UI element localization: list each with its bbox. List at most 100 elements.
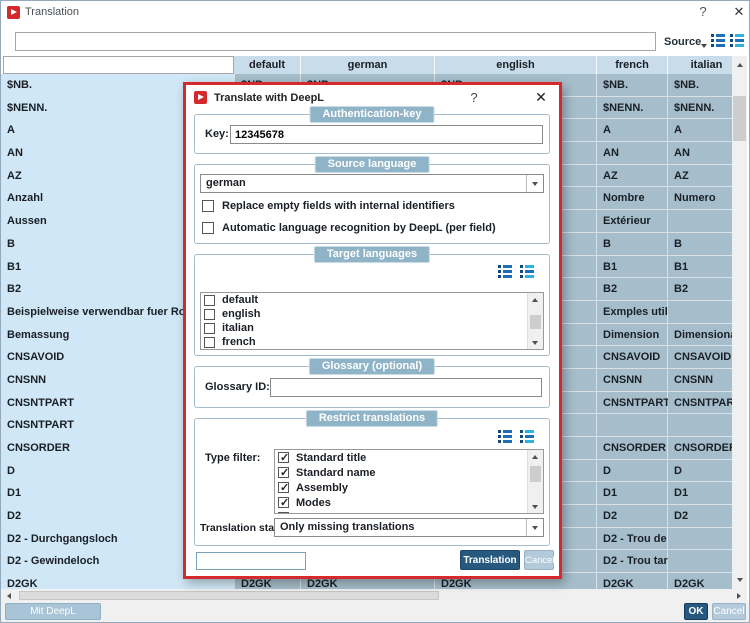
checklist-label: english bbox=[222, 308, 261, 320]
scroll-down-icon[interactable] bbox=[528, 336, 542, 349]
column-header-english[interactable]: english bbox=[435, 56, 597, 74]
source-dropdown[interactable]: Source bbox=[664, 36, 701, 48]
checkbox-icon[interactable] bbox=[204, 336, 215, 348]
deepl-dialog: Translate with DeepL ? ✕ Authentication-… bbox=[183, 82, 562, 579]
replace-empty-checkbox[interactable]: Replace empty fields with internal ident… bbox=[202, 200, 455, 212]
checkbox-icon[interactable] bbox=[202, 222, 214, 234]
dropdown-arrow-icon[interactable] bbox=[526, 175, 543, 192]
table-header: default german english french italian bbox=[234, 56, 746, 74]
table-cell[interactable]: CNSNN bbox=[597, 368, 668, 392]
dialog-cancel-button[interactable]: Cancel bbox=[524, 550, 555, 570]
checklist-item[interactable]: Assembly bbox=[275, 480, 543, 495]
deselect-all-icon[interactable] bbox=[520, 265, 534, 278]
checklist-item[interactable]: default bbox=[201, 293, 543, 307]
checkbox-icon[interactable] bbox=[204, 308, 215, 320]
table-cell[interactable]: A bbox=[597, 119, 668, 143]
table-cell[interactable]: D2 - Trou taraudé bbox=[597, 550, 693, 574]
help-button[interactable]: ? bbox=[695, 4, 711, 19]
table-cell[interactable]: D bbox=[597, 459, 668, 483]
table-cell[interactable]: Extérieur bbox=[597, 210, 668, 233]
checklist-item[interactable]: Modes bbox=[275, 495, 543, 510]
checklist-item[interactable]: Custom bbox=[275, 510, 543, 513]
column-header-french[interactable]: french bbox=[597, 56, 668, 74]
table-cell[interactable]: CNSNTPART bbox=[597, 391, 670, 415]
search-input[interactable] bbox=[15, 32, 656, 51]
table-cell[interactable]: Nombre bbox=[597, 187, 668, 211]
ok-button[interactable]: OK bbox=[684, 603, 708, 620]
translate-with-deepl-button[interactable]: Mit DeepL übersetzen bbox=[5, 603, 101, 620]
list-scrollbar-thumb[interactable] bbox=[530, 466, 541, 482]
translation-button[interactable]: Translation bbox=[460, 550, 520, 570]
source-dropdown-arrow-icon[interactable] bbox=[701, 44, 707, 48]
select-all-icon[interactable] bbox=[498, 265, 512, 278]
type-filter-list[interactable]: Standard title Standard name Assembly Modes… bbox=[274, 449, 544, 514]
checkbox-icon[interactable] bbox=[202, 200, 214, 212]
scroll-up-icon[interactable] bbox=[528, 450, 542, 463]
vertical-scrollbar[interactable] bbox=[732, 56, 747, 589]
target-languages-list[interactable]: default english italian frenchspanish bbox=[200, 292, 544, 350]
table-cell[interactable]: AN bbox=[597, 142, 668, 165]
table-cell[interactable]: AZ bbox=[597, 164, 668, 188]
horizontal-scrollbar[interactable] bbox=[1, 589, 747, 602]
column-header-german[interactable]: german bbox=[301, 56, 435, 74]
title-bar: Translation ? ✕ bbox=[1, 1, 749, 25]
checklist-item[interactable]: Standard title bbox=[275, 450, 543, 465]
glossary-id-input[interactable] bbox=[270, 378, 542, 397]
checklist-item[interactable]: spanish bbox=[201, 349, 543, 350]
table-cell[interactable] bbox=[597, 414, 668, 437]
scroll-left-icon[interactable] bbox=[2, 589, 16, 602]
table-cell[interactable]: D2GK bbox=[597, 573, 668, 589]
scroll-down-icon[interactable] bbox=[528, 500, 542, 513]
grouped-list-view-icon[interactable] bbox=[730, 34, 744, 47]
scroll-right-icon[interactable] bbox=[732, 589, 746, 602]
scroll-up-icon[interactable] bbox=[528, 293, 542, 306]
checkbox-icon[interactable] bbox=[278, 451, 289, 464]
list-view-icon[interactable] bbox=[711, 34, 725, 47]
key-input[interactable] bbox=[230, 125, 543, 144]
checkbox-icon[interactable] bbox=[278, 481, 289, 494]
table-cell[interactable]: D2 - Trou de pa... bbox=[597, 527, 692, 551]
checkbox-icon[interactable] bbox=[278, 511, 289, 513]
table-cell[interactable]: CNSORDER bbox=[597, 437, 668, 460]
checkbox-icon[interactable] bbox=[278, 496, 289, 509]
table-cell[interactable]: B bbox=[597, 232, 668, 256]
cancel-button[interactable]: Cancel bbox=[712, 603, 746, 620]
list-scrollbar[interactable] bbox=[527, 450, 543, 513]
vertical-scrollbar-thumb[interactable] bbox=[733, 96, 746, 141]
table-cell[interactable]: CNSAVOID bbox=[597, 346, 668, 369]
scroll-up-icon[interactable] bbox=[732, 57, 747, 73]
select-all-icon[interactable] bbox=[498, 430, 512, 443]
horizontal-scrollbar-thumb[interactable] bbox=[19, 591, 439, 600]
scroll-down-icon[interactable] bbox=[732, 572, 747, 588]
checklist-label: italian bbox=[222, 322, 254, 334]
auto-recognition-checkbox[interactable]: Automatic language recognition by DeepL … bbox=[202, 222, 496, 234]
checkbox-icon[interactable] bbox=[204, 322, 215, 334]
dialog-close-button[interactable]: ✕ bbox=[533, 89, 549, 106]
checklist-item[interactable]: Standard name bbox=[275, 465, 543, 480]
list-scrollbar-thumb[interactable] bbox=[530, 315, 541, 329]
row-filter-input[interactable] bbox=[3, 56, 234, 74]
checkbox-icon[interactable] bbox=[278, 466, 289, 479]
dialog-help-button[interactable]: ? bbox=[466, 90, 482, 105]
table-cell[interactable]: B1 bbox=[597, 255, 668, 279]
table-cell[interactable]: $NB. bbox=[597, 74, 668, 97]
list-scrollbar[interactable] bbox=[527, 293, 543, 349]
table-cell[interactable]: $NENN. bbox=[597, 96, 668, 120]
table-cell[interactable]: Exmples utilisa... bbox=[597, 300, 692, 324]
checklist-item[interactable]: french bbox=[201, 335, 543, 349]
checkbox-icon[interactable] bbox=[204, 294, 215, 306]
restrict-caption: Restrict translations bbox=[305, 410, 439, 427]
deselect-all-icon[interactable] bbox=[520, 430, 534, 443]
checklist-item[interactable]: italian bbox=[201, 321, 543, 335]
source-language-select[interactable]: german bbox=[200, 174, 544, 193]
checklist-item[interactable]: english bbox=[201, 307, 543, 321]
translation-status-select[interactable]: Only missing translations bbox=[274, 518, 544, 537]
table-cell[interactable]: D1 bbox=[597, 482, 668, 506]
table-cell[interactable]: Dimension bbox=[597, 323, 668, 347]
column-header-default[interactable]: default bbox=[234, 56, 301, 74]
close-button[interactable]: ✕ bbox=[731, 4, 747, 20]
table-cell[interactable]: B2 bbox=[597, 278, 668, 301]
table-cell[interactable]: D2 bbox=[597, 505, 668, 528]
dropdown-arrow-icon[interactable] bbox=[526, 519, 543, 536]
dialog-footer-input[interactable] bbox=[196, 552, 306, 570]
